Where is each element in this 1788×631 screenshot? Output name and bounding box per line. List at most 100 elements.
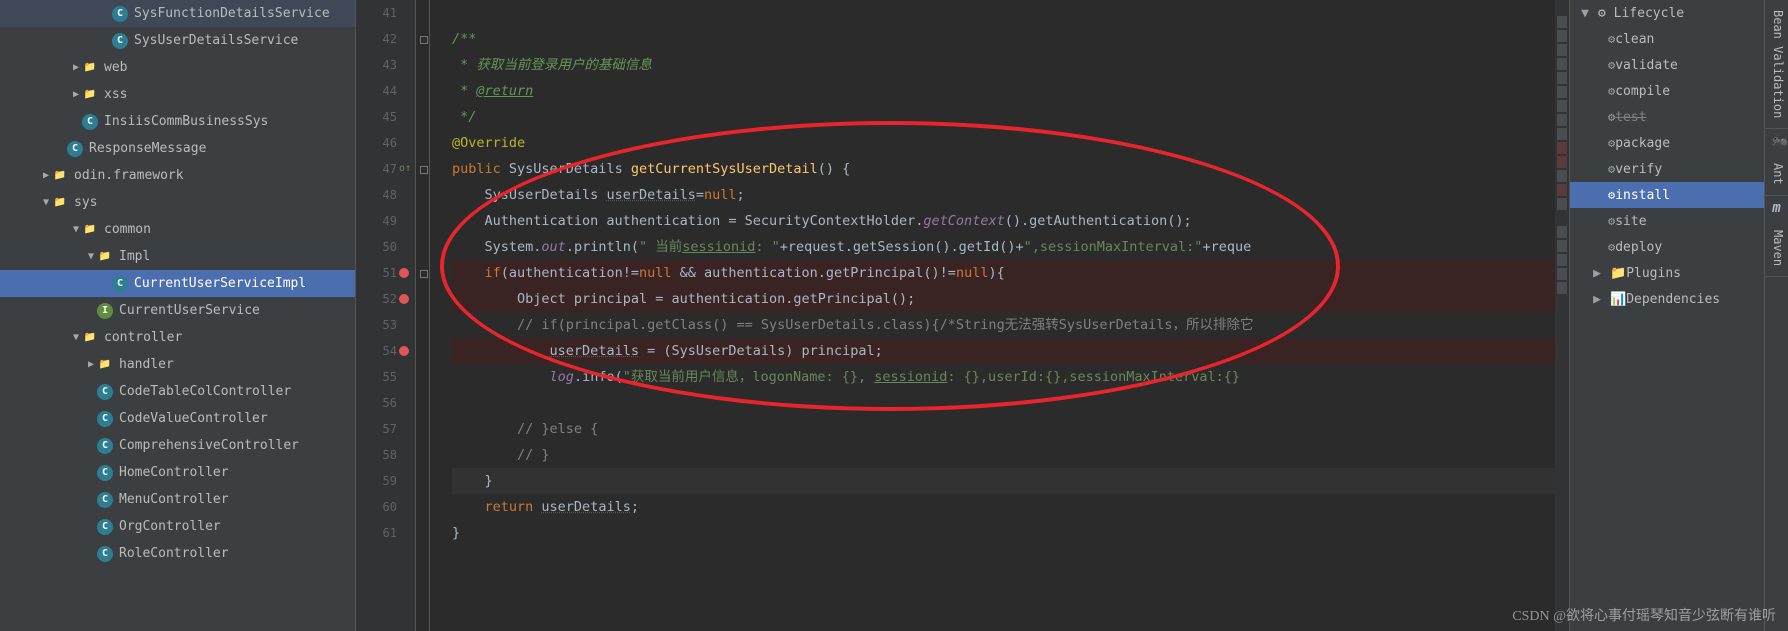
fold-marker[interactable] (416, 416, 429, 442)
fold-marker[interactable] (416, 208, 429, 234)
code-line[interactable]: Object principal = authentication.getPri… (452, 286, 1555, 312)
fold-marker[interactable] (416, 286, 429, 312)
code-line[interactable]: if(authentication!=null && authenticatio… (452, 260, 1555, 286)
side-tool-tabs[interactable]: Bean Validation🐜AntmMaven (1764, 0, 1788, 631)
maven-goal-install[interactable]: install (1570, 182, 1764, 208)
tree-item[interactable]: ▼📁common (0, 216, 355, 243)
tree-item[interactable]: ▶📁web (0, 54, 355, 81)
chevron-icon[interactable]: ▼ (40, 197, 52, 208)
maven-goal-clean[interactable]: clean (1570, 26, 1764, 52)
code-line[interactable]: } (452, 468, 1555, 494)
line-number[interactable]: 56 (356, 390, 397, 416)
fold-marker[interactable] (416, 104, 429, 130)
line-number[interactable]: 42 (356, 26, 397, 52)
tree-item[interactable]: CSysUserDetailsService (0, 27, 355, 54)
code-editor[interactable]: 41424344454647o↑484950515253545556575859… (356, 0, 1569, 631)
maven-goal-deploy[interactable]: deploy (1570, 234, 1764, 260)
fold-marker[interactable] (416, 78, 429, 104)
fold-marker[interactable] (416, 0, 429, 26)
chevron-icon[interactable]: ▶ (70, 62, 82, 73)
line-number[interactable]: 60 (356, 494, 397, 520)
code-line[interactable]: /** (452, 26, 1555, 52)
code-line[interactable]: return userDetails; (452, 494, 1555, 520)
fold-marker[interactable] (416, 234, 429, 260)
tree-item[interactable]: ▼📁sys (0, 189, 355, 216)
line-number[interactable]: 46 (356, 130, 397, 156)
fold-marker[interactable] (416, 182, 429, 208)
fold-marker[interactable] (416, 52, 429, 78)
side-tab-bean-validation[interactable]: Bean Validation (1765, 0, 1788, 129)
fold-marker[interactable] (416, 156, 429, 182)
code-line[interactable]: * @return (452, 78, 1555, 104)
fold-marker[interactable] (416, 26, 429, 52)
chevron-icon[interactable]: ▶ (40, 170, 52, 181)
tree-item[interactable]: ICurrentUserService (0, 297, 355, 324)
fold-marker[interactable] (416, 520, 429, 546)
line-number[interactable]: 50 (356, 234, 397, 260)
code-line[interactable]: SysUserDetails userDetails=null; (452, 182, 1555, 208)
line-number[interactable]: 54 (356, 338, 397, 364)
code-line[interactable] (452, 0, 1555, 26)
fold-marker[interactable] (416, 494, 429, 520)
code-area[interactable]: /** * 获取当前登录用户的基础信息 * @return */@Overrid… (430, 0, 1555, 631)
code-line[interactable]: System.out.println(" 当前sessionid: "+requ… (452, 234, 1555, 260)
maven-goal-package[interactable]: package (1570, 130, 1764, 156)
tree-item[interactable]: ▼📁Impl (0, 243, 355, 270)
chevron-icon[interactable]: ▶ (1590, 292, 1604, 307)
maven-lifecycle-header[interactable]: ▼⚙ Lifecycle (1570, 0, 1764, 26)
maven-goal-verify[interactable]: verify (1570, 156, 1764, 182)
maven-goal-validate[interactable]: validate (1570, 52, 1764, 78)
tree-item[interactable]: CResponseMessage (0, 135, 355, 162)
tree-item[interactable]: CComprehensiveController (0, 432, 355, 459)
line-number[interactable]: 45 (356, 104, 397, 130)
chevron-icon[interactable]: ▼ (70, 332, 82, 343)
tree-item[interactable]: COrgController (0, 513, 355, 540)
maven-tab-icon[interactable]: m (1765, 196, 1788, 220)
side-tab-maven[interactable]: Maven (1765, 220, 1788, 277)
fold-marker[interactable] (416, 312, 429, 338)
fold-marker[interactable] (416, 338, 429, 364)
maven-goal-compile[interactable]: compile (1570, 78, 1764, 104)
chevron-icon[interactable]: ▶ (85, 359, 97, 370)
line-number[interactable]: 52 (356, 286, 397, 312)
code-line[interactable]: log.info("获取当前用户信息，logonName: {}, sessio… (452, 364, 1555, 390)
line-number[interactable]: 51 (356, 260, 397, 286)
tree-item[interactable]: ▶📁xss (0, 81, 355, 108)
code-line[interactable]: @Override (452, 130, 1555, 156)
maven-goal-test[interactable]: test (1570, 104, 1764, 130)
chevron-icon[interactable]: ▶ (70, 89, 82, 100)
tree-item[interactable]: ▶📁handler (0, 351, 355, 378)
fold-marker[interactable] (416, 468, 429, 494)
fold-marker[interactable] (416, 442, 429, 468)
code-line[interactable]: */ (452, 104, 1555, 130)
line-number[interactable]: 57 (356, 416, 397, 442)
line-number[interactable]: 47o↑ (356, 156, 397, 182)
tree-item[interactable]: CMenuController (0, 486, 355, 513)
fold-marker[interactable] (416, 364, 429, 390)
code-line[interactable]: userDetails = (SysUserDetails) principal… (452, 338, 1555, 364)
project-tree[interactable]: CSysFunctionDetailsServiceCSysUserDetail… (0, 0, 356, 631)
line-number[interactable]: 55 (356, 364, 397, 390)
line-number[interactable]: 43 (356, 52, 397, 78)
fold-marker[interactable] (416, 260, 429, 286)
tree-item[interactable]: ▼📁controller (0, 324, 355, 351)
maven-goal-site[interactable]: site (1570, 208, 1764, 234)
tree-item[interactable]: CSysFunctionDetailsService (0, 0, 355, 27)
fold-column[interactable] (416, 0, 430, 631)
line-number[interactable]: 48 (356, 182, 397, 208)
chevron-icon[interactable]: ▶ (1590, 266, 1604, 281)
tree-item[interactable]: CHomeController (0, 459, 355, 486)
code-line[interactable]: // }else { (452, 416, 1555, 442)
code-line[interactable] (452, 390, 1555, 416)
tree-item[interactable]: CCurrentUserServiceImpl (0, 270, 355, 297)
code-line[interactable]: // if(principal.getClass() == SysUserDet… (452, 312, 1555, 338)
line-number[interactable]: 44 (356, 78, 397, 104)
tree-item[interactable]: CCodeValueController (0, 405, 355, 432)
line-number[interactable]: 49 (356, 208, 397, 234)
code-line[interactable]: Authentication authentication = Security… (452, 208, 1555, 234)
line-number[interactable]: 41 (356, 0, 397, 26)
fold-marker[interactable] (416, 390, 429, 416)
code-line[interactable]: } (452, 520, 1555, 546)
chevron-icon[interactable]: ▼ (70, 224, 82, 235)
code-line[interactable]: * 获取当前登录用户的基础信息 (452, 52, 1555, 78)
